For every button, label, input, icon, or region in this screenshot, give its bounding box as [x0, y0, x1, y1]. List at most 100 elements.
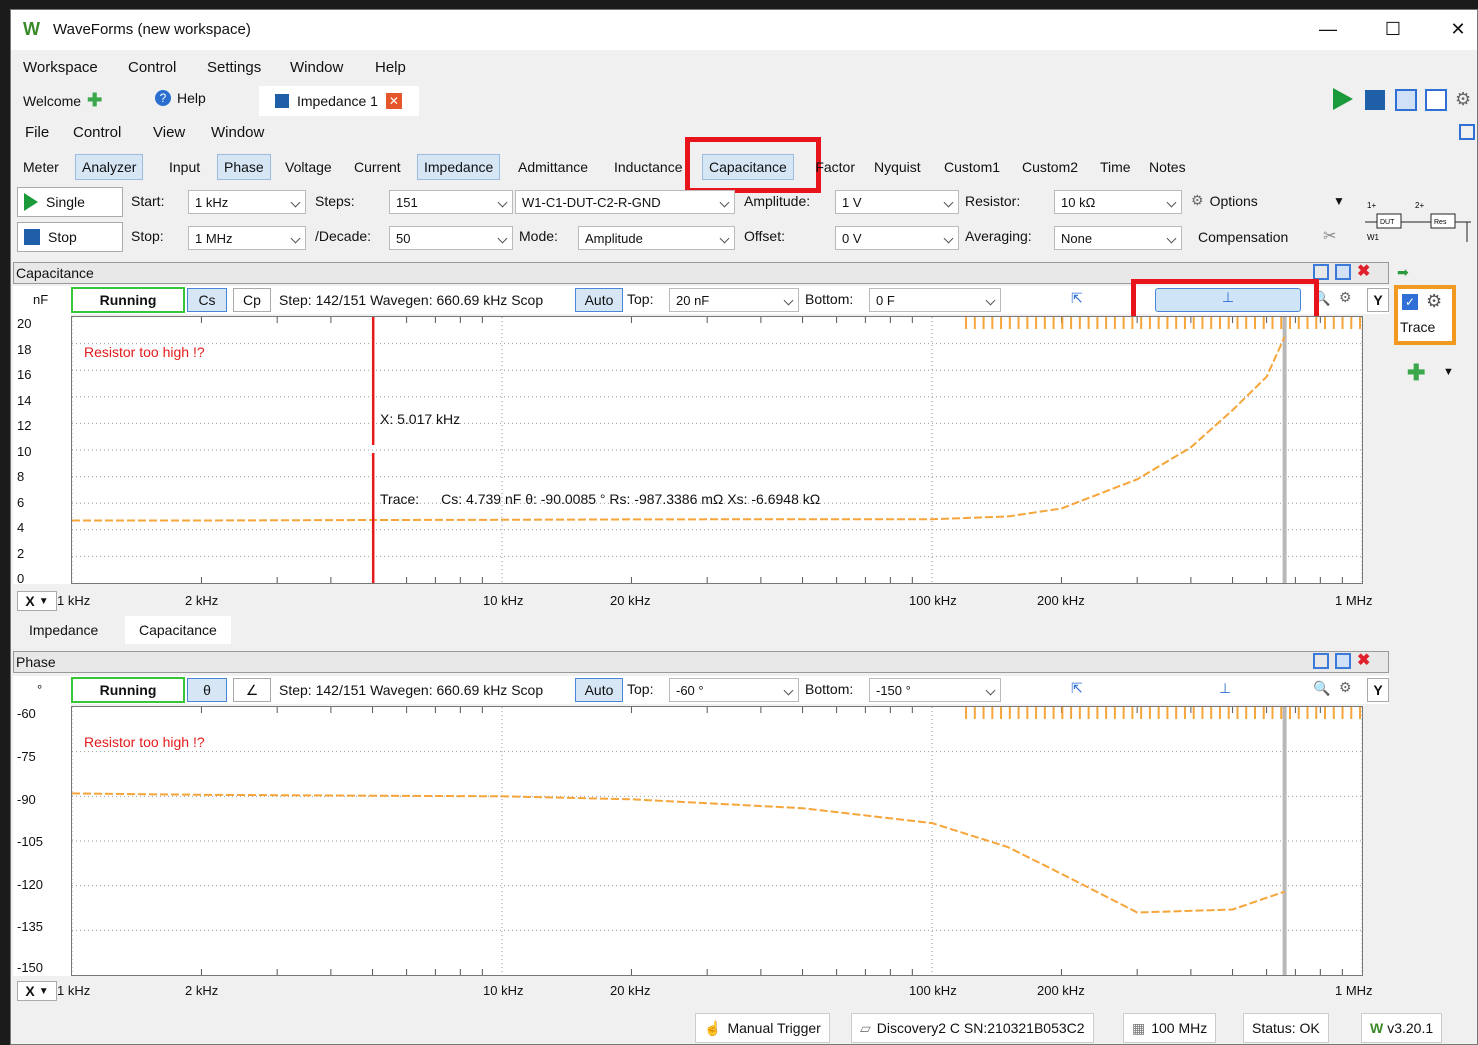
- add-trace-dropdown-icon[interactable]: ▼: [1443, 366, 1454, 378]
- stop-run-button[interactable]: [1365, 90, 1385, 110]
- cp-button[interactable]: Cp: [233, 288, 271, 312]
- add-trace-icon[interactable]: ✚: [1407, 360, 1425, 386]
- tab-impedance[interactable]: Impedance: [417, 154, 501, 180]
- capacitance-x-button[interactable]: X ▼: [17, 591, 57, 611]
- layout-stack-icon[interactable]: [1395, 89, 1417, 111]
- capacitance-auto-button[interactable]: Auto: [575, 288, 623, 312]
- tab-custom2[interactable]: Custom2: [1016, 154, 1084, 180]
- averaging-select[interactable]: None: [1054, 226, 1182, 250]
- tab-inductance[interactable]: Inductance: [608, 154, 688, 180]
- options-button[interactable]: ⚙ Options: [1191, 192, 1258, 209]
- phase-zoom-icon[interactable]: 🔍: [1313, 680, 1330, 697]
- options-dropdown-icon[interactable]: ▼: [1333, 194, 1345, 208]
- tab-factor[interactable]: Factor: [807, 154, 861, 180]
- plot-tab-capacitance[interactable]: Capacitance: [125, 616, 231, 644]
- phase-chart[interactable]: [72, 707, 1362, 975]
- close-panel-icon[interactable]: ✖: [1357, 264, 1370, 280]
- version-button[interactable]: W v3.20.1: [1361, 1013, 1443, 1043]
- phase-x-button[interactable]: X ▼: [17, 981, 57, 1001]
- tab-welcome[interactable]: Welcome ✚: [23, 90, 102, 111]
- tab-impedance-1[interactable]: Impedance 1 ✕: [259, 86, 419, 116]
- tab-input[interactable]: Input: [163, 154, 206, 180]
- submenu-view[interactable]: View: [153, 124, 185, 141]
- phase-cursor-add-icon[interactable]: ⇱: [1071, 680, 1083, 697]
- wiring-select[interactable]: W1-C1-DUT-C2-R-GND: [515, 190, 735, 214]
- single-button[interactable]: Single: [17, 187, 123, 217]
- device-button[interactable]: ▱ Discovery2 C SN:210321B053C2: [851, 1013, 1094, 1043]
- clock-button[interactable]: ▦ 100 MHz: [1123, 1013, 1217, 1043]
- settings-gear-icon[interactable]: ⚙: [1455, 89, 1475, 111]
- menu-window[interactable]: Window: [290, 59, 343, 76]
- phase-bottom-select[interactable]: -150 °: [869, 678, 1001, 702]
- phase-auto-button[interactable]: Auto: [575, 678, 623, 702]
- amplitude-select[interactable]: 1 V: [835, 190, 959, 214]
- phase-horizontal-cursor-icon[interactable]: ⊥: [1219, 680, 1231, 697]
- start-select[interactable]: 1 kHz: [188, 190, 306, 214]
- resistor-select[interactable]: 10 kΩ: [1054, 190, 1182, 214]
- phase-maximize-icon[interactable]: [1335, 653, 1351, 669]
- layout-split-icon[interactable]: [1425, 89, 1447, 111]
- stop-icon: [24, 229, 40, 245]
- phase-ytick: -90: [17, 792, 36, 807]
- phase-plot[interactable]: Resistor too high !?: [71, 706, 1363, 976]
- capacitance-bottom-label: Bottom:: [805, 291, 854, 307]
- compensation-label[interactable]: Compensation: [1198, 229, 1288, 245]
- capacitance-y-button[interactable]: Y: [1367, 288, 1389, 312]
- trace-checkbox[interactable]: ✓: [1402, 294, 1418, 310]
- plot-settings-gear-icon[interactable]: ⚙: [1339, 289, 1352, 306]
- options-label: Options: [1209, 192, 1258, 209]
- trace-gear-icon[interactable]: ⚙: [1426, 291, 1442, 312]
- tab-time[interactable]: Time: [1094, 154, 1137, 180]
- side-strip: ➡ ✓ ⚙ Trace ✚ ▼: [1391, 262, 1477, 1002]
- maximize-panel-icon[interactable]: [1335, 264, 1351, 280]
- minimize-button[interactable]: —: [1311, 16, 1345, 42]
- panel-icon[interactable]: [1459, 124, 1475, 140]
- submenu-file[interactable]: File: [25, 124, 49, 141]
- theta-button[interactable]: θ: [187, 678, 227, 702]
- manual-trigger-button[interactable]: ☝ Manual Trigger: [695, 1013, 830, 1043]
- tab-help[interactable]: ? Help: [155, 90, 206, 106]
- capacitance-plot[interactable]: Resistor too high !? X: 5.017 kHz Trace:…: [71, 316, 1363, 584]
- offset-select[interactable]: 0 V: [835, 226, 959, 250]
- run-button[interactable]: [1333, 88, 1353, 110]
- close-tab-icon[interactable]: ✕: [385, 93, 402, 109]
- phase-settings-gear-icon[interactable]: ⚙: [1339, 679, 1352, 696]
- steps-select[interactable]: 151: [389, 190, 513, 214]
- capacitance-top-select[interactable]: 20 nF: [669, 288, 799, 312]
- compensation-icon[interactable]: ✂: [1323, 226, 1336, 246]
- stop-button[interactable]: Stop: [17, 222, 123, 252]
- tab-custom1[interactable]: Custom1: [938, 154, 1006, 180]
- stop-select[interactable]: 1 MHz: [188, 226, 306, 250]
- submenu-window[interactable]: Window: [211, 124, 264, 141]
- tab-voltage[interactable]: Voltage: [279, 154, 338, 180]
- mode-select[interactable]: Amplitude: [578, 226, 735, 250]
- phase-top-select[interactable]: -60 °: [669, 678, 799, 702]
- menu-control[interactable]: Control: [128, 59, 176, 76]
- tab-phase[interactable]: Phase: [217, 154, 271, 180]
- menu-settings[interactable]: Settings: [207, 59, 261, 76]
- phase-y-button[interactable]: Y: [1367, 678, 1389, 702]
- tab-meter[interactable]: Meter: [17, 154, 65, 180]
- submenu-control[interactable]: Control: [73, 124, 121, 141]
- close-button[interactable]: ✕: [1441, 16, 1475, 42]
- maximize-button[interactable]: ☐: [1376, 16, 1410, 42]
- decade-select[interactable]: 50: [389, 226, 513, 250]
- capacitance-bottom-select[interactable]: 0 F: [869, 288, 1001, 312]
- capacitance-chart[interactable]: [72, 317, 1362, 583]
- phase-restore-icon[interactable]: [1313, 653, 1329, 669]
- menu-workspace[interactable]: Workspace: [23, 59, 98, 76]
- phase-close-icon[interactable]: ✖: [1357, 653, 1370, 669]
- trace-readout-values: Cs: 4.739 nF θ: -90.0085 ° Rs: -987.3386…: [441, 491, 821, 507]
- cs-button[interactable]: Cs: [187, 288, 227, 312]
- status-button[interactable]: Status: OK: [1243, 1013, 1329, 1043]
- tab-nyquist[interactable]: Nyquist: [868, 154, 927, 180]
- cursor-add-icon[interactable]: ⇱: [1071, 290, 1083, 307]
- restore-icon[interactable]: [1313, 264, 1329, 280]
- tab-analyzer[interactable]: Analyzer: [75, 154, 144, 180]
- plot-tab-impedance[interactable]: Impedance: [21, 620, 106, 640]
- tab-admittance[interactable]: Admittance: [512, 154, 594, 180]
- angle-button[interactable]: ∠: [233, 678, 271, 702]
- tab-notes[interactable]: Notes: [1143, 154, 1192, 180]
- menu-help[interactable]: Help: [375, 59, 406, 76]
- tab-current[interactable]: Current: [348, 154, 407, 180]
